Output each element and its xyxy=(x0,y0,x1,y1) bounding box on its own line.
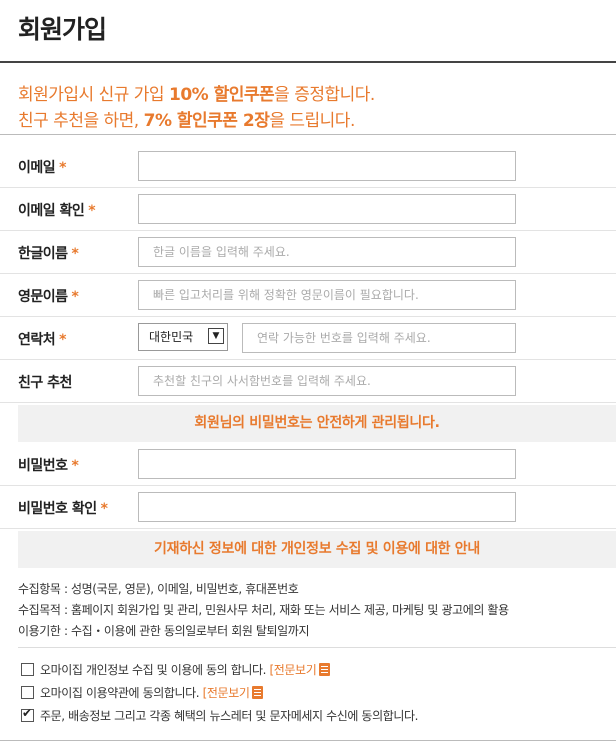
password-input[interactable] xyxy=(138,449,516,479)
referral-input[interactable]: 추천할 친구의 사서함번호를 입력해 주세요. xyxy=(138,366,516,396)
privacy-items: 수집항목 : 성명(국문, 영문), 이메일, 비밀번호, 휴대폰번호 xyxy=(18,582,299,596)
email-confirm-input[interactable] xyxy=(138,194,516,224)
email-confirm-row: 이메일 확인 * xyxy=(0,187,616,231)
english-name-input[interactable]: 빠른 입고처리를 위해 정확한 영문이름이 필요합니다. xyxy=(138,280,516,310)
agree-newsletter[interactable]: 주문, 배송정보 그리고 각종 혜택의 뉴스레터 및 문자메세지 수신에 동의합… xyxy=(21,706,419,724)
checkbox-icon[interactable] xyxy=(21,686,34,699)
referral-label: 친구 추천 xyxy=(18,375,72,391)
country-select[interactable]: 대한민국 ▼ xyxy=(138,323,228,351)
password-confirm-label: 비밀번호 확인 * xyxy=(18,501,108,517)
privacy-notice: 기재하신 정보에 대한 개인정보 수집 및 이용에 대한 안내 xyxy=(18,531,616,568)
privacy-period: 이용기한 : 수집・이용에 관한 동의일로부터 회원 탈퇴일까지 xyxy=(18,624,310,638)
view-full-terms-link[interactable]: [전문보기 xyxy=(203,686,264,700)
checkbox-icon[interactable] xyxy=(21,706,34,722)
checkbox-icon[interactable] xyxy=(21,663,34,676)
contact-label: 연락처 * xyxy=(18,332,66,348)
dropdown-arrow-icon: ▼ xyxy=(208,328,224,344)
bottom-divider xyxy=(0,740,616,741)
email-input[interactable] xyxy=(138,151,516,181)
email-label: 이메일 * xyxy=(18,160,66,176)
promo-line-1: 회원가입시 신규 가입 10% 할인쿠폰을 증정합니다. xyxy=(18,85,375,105)
email-confirm-label: 이메일 확인 * xyxy=(18,203,96,219)
password-confirm-row: 비밀번호 확인 * xyxy=(0,485,616,529)
email-row: 이메일 * xyxy=(0,144,616,188)
password-notice: 회원님의 비밀번호는 안전하게 관리됩니다. xyxy=(18,405,616,442)
agree-newsletter-text: 주문, 배송정보 그리고 각종 혜택의 뉴스레터 및 문자메세지 수신에 동의합… xyxy=(40,709,419,723)
agree-privacy-text: 오마이집 개인정보 수집 및 이용에 동의 합니다. xyxy=(40,663,267,677)
password-confirm-input[interactable] xyxy=(138,492,516,522)
korean-name-row: 한글이름 * 한글 이름을 입력해 주세요. xyxy=(0,230,616,274)
info-divider xyxy=(18,647,616,648)
agree-terms[interactable]: 오마이집 이용약관에 동의합니다. [전문보기 xyxy=(21,684,264,701)
contact-row: 연락처 * 대한민국 ▼ 연락 가능한 번호를 입력해 주세요. xyxy=(0,316,616,360)
referral-row: 친구 추천 추천할 친구의 사서함번호를 입력해 주세요. xyxy=(0,359,616,403)
korean-name-input[interactable]: 한글 이름을 입력해 주세요. xyxy=(138,237,516,267)
korean-name-label: 한글이름 * xyxy=(18,246,79,262)
promo-divider xyxy=(0,134,616,135)
document-icon xyxy=(319,663,331,676)
title-divider xyxy=(0,61,616,63)
password-row: 비밀번호 * xyxy=(0,442,616,486)
privacy-purpose: 수집목적 : 홈페이지 회원가입 및 관리, 민원사무 처리, 재화 또는 서비… xyxy=(18,603,509,617)
english-name-label: 영문이름 * xyxy=(18,289,79,305)
view-full-privacy-link[interactable]: [전문보기 xyxy=(270,663,331,677)
agree-terms-text: 오마이집 이용약관에 동의합니다. xyxy=(40,686,200,700)
phone-input[interactable]: 연락 가능한 번호를 입력해 주세요. xyxy=(242,323,516,353)
password-label: 비밀번호 * xyxy=(18,458,79,474)
promo-line-2: 친구 추천을 하면, 7% 할인쿠폰 2장을 드립니다. xyxy=(18,111,355,131)
page-title: 회원가입 xyxy=(18,15,107,44)
country-value: 대한민국 xyxy=(149,330,194,344)
document-icon xyxy=(252,686,264,699)
english-name-row: 영문이름 * 빠른 입고처리를 위해 정확한 영문이름이 필요합니다. xyxy=(0,273,616,317)
agree-privacy[interactable]: 오마이집 개인정보 수집 및 이용에 동의 합니다. [전문보기 xyxy=(21,661,331,678)
